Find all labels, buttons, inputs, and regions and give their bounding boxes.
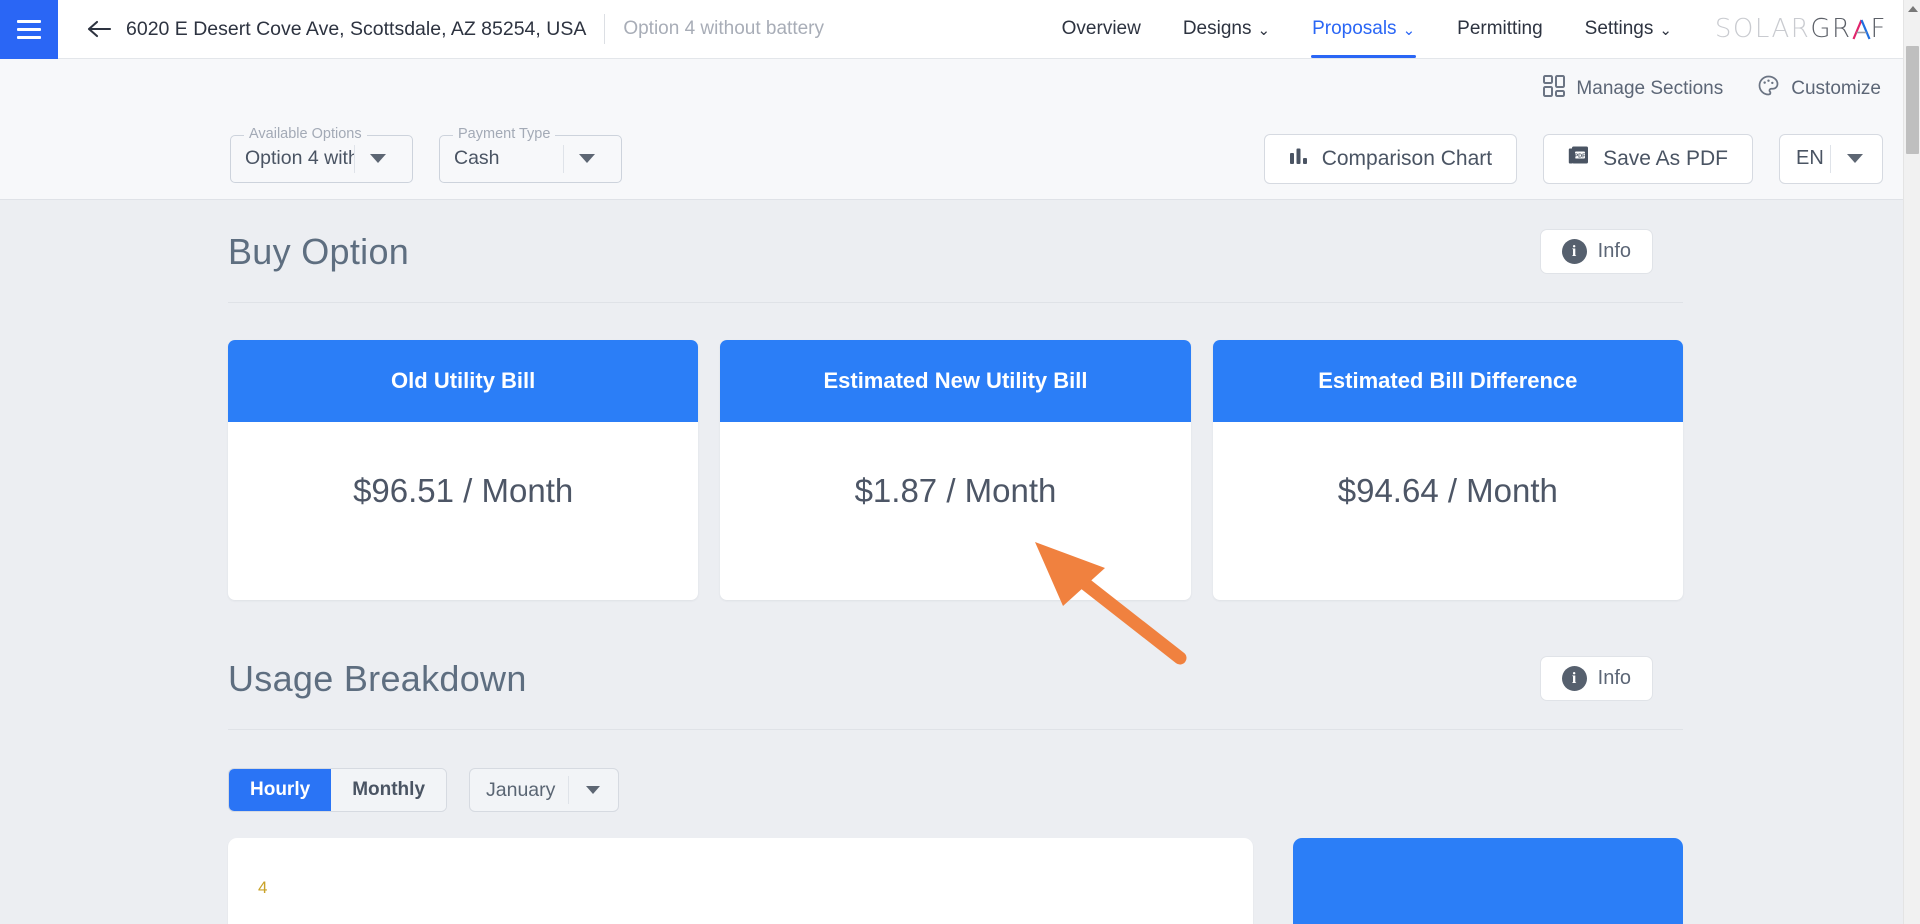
card-header: Estimated Bill Difference — [1212, 340, 1683, 422]
usage-period-toggle: Hourly Monthly — [228, 768, 448, 812]
card-estimated-new-utility-bill: Estimated New Utility Bill $1.87 / Month — [720, 340, 1191, 600]
chevron-down-icon: ⌄ — [1659, 21, 1672, 39]
usage-breakdown-info-button[interactable]: i Info — [1539, 656, 1653, 701]
card-estimated-bill-difference: Estimated Bill Difference $94.64 / Month — [1212, 340, 1683, 600]
vertical-scrollbar[interactable] — [1903, 0, 1920, 924]
dropdown-arrow-icon[interactable] — [569, 786, 617, 794]
main-nav: Overview Designs ⌄ Proposals ⌄ Permittin… — [1041, 0, 1911, 58]
buy-option-title: Buy Option — [228, 230, 410, 272]
nav-label: Overview — [1061, 18, 1141, 39]
toggle-hourly[interactable]: Hourly — [229, 769, 332, 811]
grid-dashboard-icon — [1543, 74, 1566, 103]
manage-sections-button[interactable]: Manage Sections — [1543, 74, 1724, 103]
comparison-chart-label: Comparison Chart — [1321, 146, 1493, 170]
month-select[interactable]: January — [469, 768, 620, 812]
divider — [228, 302, 1683, 303]
usage-chart-panel[interactable]: 4 — [228, 838, 1253, 924]
back-arrow-icon[interactable] — [86, 16, 112, 42]
scroll-up-button[interactable] — [1904, 0, 1920, 17]
nav-item-proposals[interactable]: Proposals ⌄ — [1291, 0, 1436, 58]
usage-controls: Hourly Monthly January — [228, 768, 1683, 812]
customize-button[interactable]: Customize — [1757, 74, 1881, 103]
nav-item-designs[interactable]: Designs ⌄ — [1162, 0, 1291, 58]
card-value: $96.51 / Month — [353, 472, 574, 509]
proposal-content: Buy Option i Info Old Utility Bill $96.5… — [0, 201, 1911, 924]
usage-summary-panel[interactable] — [1293, 838, 1683, 924]
customize-label: Customize — [1791, 77, 1881, 99]
usage-chart-area: 4 — [228, 838, 1683, 924]
info-label: Info — [1597, 667, 1631, 689]
card-body: $94.64 / Month — [1213, 422, 1683, 510]
nav-label: Proposals — [1312, 18, 1397, 39]
svg-text:PDF: PDF — [1575, 153, 1587, 159]
logo-dark-text-2: F — [1870, 14, 1887, 44]
pdf-file-icon: PDF — [1568, 145, 1590, 173]
payment-type-select[interactable]: Payment Type Cash — [439, 125, 622, 183]
card-header: Old Utility Bill — [228, 340, 699, 422]
payment-type-value: Cash — [454, 147, 500, 169]
card-body: $96.51 / Month — [228, 422, 698, 510]
proposal-toolbar: Manage Sections Customize Available Opti… — [0, 59, 1911, 200]
logo-light-text: SOLAR — [1714, 14, 1811, 44]
project-address: 6020 E Desert Cove Ave, Scottsdale, AZ 8… — [126, 17, 587, 40]
card-header: Estimated New Utility Bill — [720, 340, 1191, 422]
manage-sections-label: Manage Sections — [1576, 77, 1724, 99]
available-options-value: Option 4 with... — [245, 147, 354, 169]
bill-summary-cards: Old Utility Bill $96.51 / Month Estimate… — [228, 340, 1683, 600]
nav-label: Permitting — [1457, 18, 1543, 39]
logo-dark-text-1: GR — [1810, 14, 1852, 44]
buy-option-info-button[interactable]: i Info — [1539, 229, 1653, 274]
nav-label: Settings — [1584, 18, 1654, 39]
card-body: $1.87 / Month — [720, 422, 1190, 510]
palette-icon — [1757, 74, 1780, 103]
chevron-down-icon: ⌄ — [1257, 21, 1271, 39]
save-as-pdf-label: Save As PDF — [1603, 146, 1728, 170]
toolbar-row-controls: Available Options Option 4 with... Payme… — [0, 118, 1911, 199]
scroll-thumb[interactable] — [1906, 46, 1919, 154]
usage-breakdown-title: Usage Breakdown — [228, 657, 527, 699]
info-label: Info — [1597, 240, 1631, 262]
payment-type-label: Payment Type — [453, 125, 556, 142]
nav-item-overview[interactable]: Overview — [1041, 0, 1162, 58]
language-value: EN — [1796, 147, 1824, 169]
chart-axis-tick: 4 — [258, 878, 268, 897]
info-icon: i — [1561, 239, 1587, 264]
toolbar-row-actions: Manage Sections Customize — [0, 59, 1911, 118]
chevron-down-icon: ⌄ — [1402, 21, 1416, 39]
nav-item-settings[interactable]: Settings ⌄ — [1564, 0, 1693, 58]
card-value: $1.87 / Month — [854, 472, 1057, 509]
dropdown-arrow-icon[interactable] — [1831, 154, 1879, 163]
nav-item-permitting[interactable]: Permitting — [1436, 0, 1564, 58]
nav-label: Designs — [1182, 18, 1252, 39]
logo-a-glyph-icon — [1852, 16, 1871, 42]
available-options-select[interactable]: Available Options Option 4 with... — [230, 125, 413, 183]
hamburger-menu-icon[interactable] — [0, 0, 58, 59]
card-old-utility-bill: Old Utility Bill $96.51 / Month — [228, 340, 699, 600]
divider — [604, 14, 606, 44]
comparison-chart-button[interactable]: Comparison Chart — [1263, 133, 1518, 184]
info-icon: i — [1561, 666, 1587, 691]
app-root: 6020 E Desert Cove Ave, Scottsdale, AZ 8… — [0, 0, 1920, 924]
save-as-pdf-button[interactable]: PDF Save As PDF — [1543, 133, 1753, 184]
toggle-monthly[interactable]: Monthly — [331, 769, 447, 811]
bar-chart-icon — [1289, 146, 1309, 172]
buy-option-header: Buy Option i Info — [228, 229, 1683, 274]
usage-breakdown-header: Usage Breakdown i Info — [228, 656, 1683, 701]
project-subtitle: Option 4 without battery — [623, 18, 824, 39]
solargraf-logo: SOLAR GR F — [1715, 14, 1887, 44]
language-select[interactable]: EN — [1779, 133, 1883, 184]
top-navigation-bar: 6020 E Desert Cove Ave, Scottsdale, AZ 8… — [0, 0, 1911, 59]
card-value: $94.64 / Month — [1337, 472, 1558, 509]
dropdown-arrow-icon[interactable] — [355, 154, 401, 163]
divider — [228, 729, 1683, 730]
available-options-label: Available Options — [244, 125, 367, 142]
dropdown-arrow-icon[interactable] — [564, 154, 610, 163]
month-value: January — [486, 778, 556, 801]
